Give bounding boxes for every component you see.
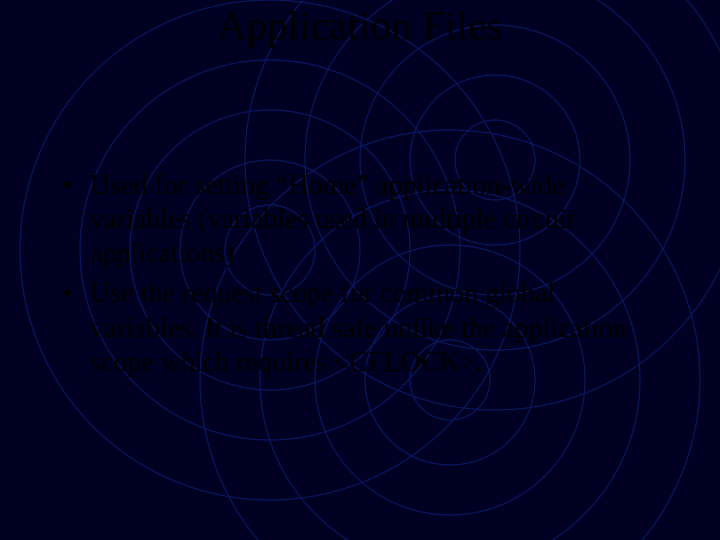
- bullet-list: Used for setting “Home” application-wide…: [0, 49, 720, 380]
- bullet-text: Use the request scope for common global …: [90, 278, 626, 377]
- bullet-dot-icon: [64, 289, 71, 296]
- slide-content: Application Files Used for setting “Home…: [0, 0, 720, 540]
- bullet-text: Used for setting “Home” application-wide…: [90, 170, 574, 269]
- slide-title: Application Files: [0, 0, 720, 49]
- bullet-dot-icon: [64, 181, 71, 188]
- bullet-item: Used for setting “Home” application-wide…: [60, 169, 660, 271]
- bullet-item: Use the request scope for common global …: [60, 277, 660, 379]
- slide: Application Files Used for setting “Home…: [0, 0, 720, 540]
